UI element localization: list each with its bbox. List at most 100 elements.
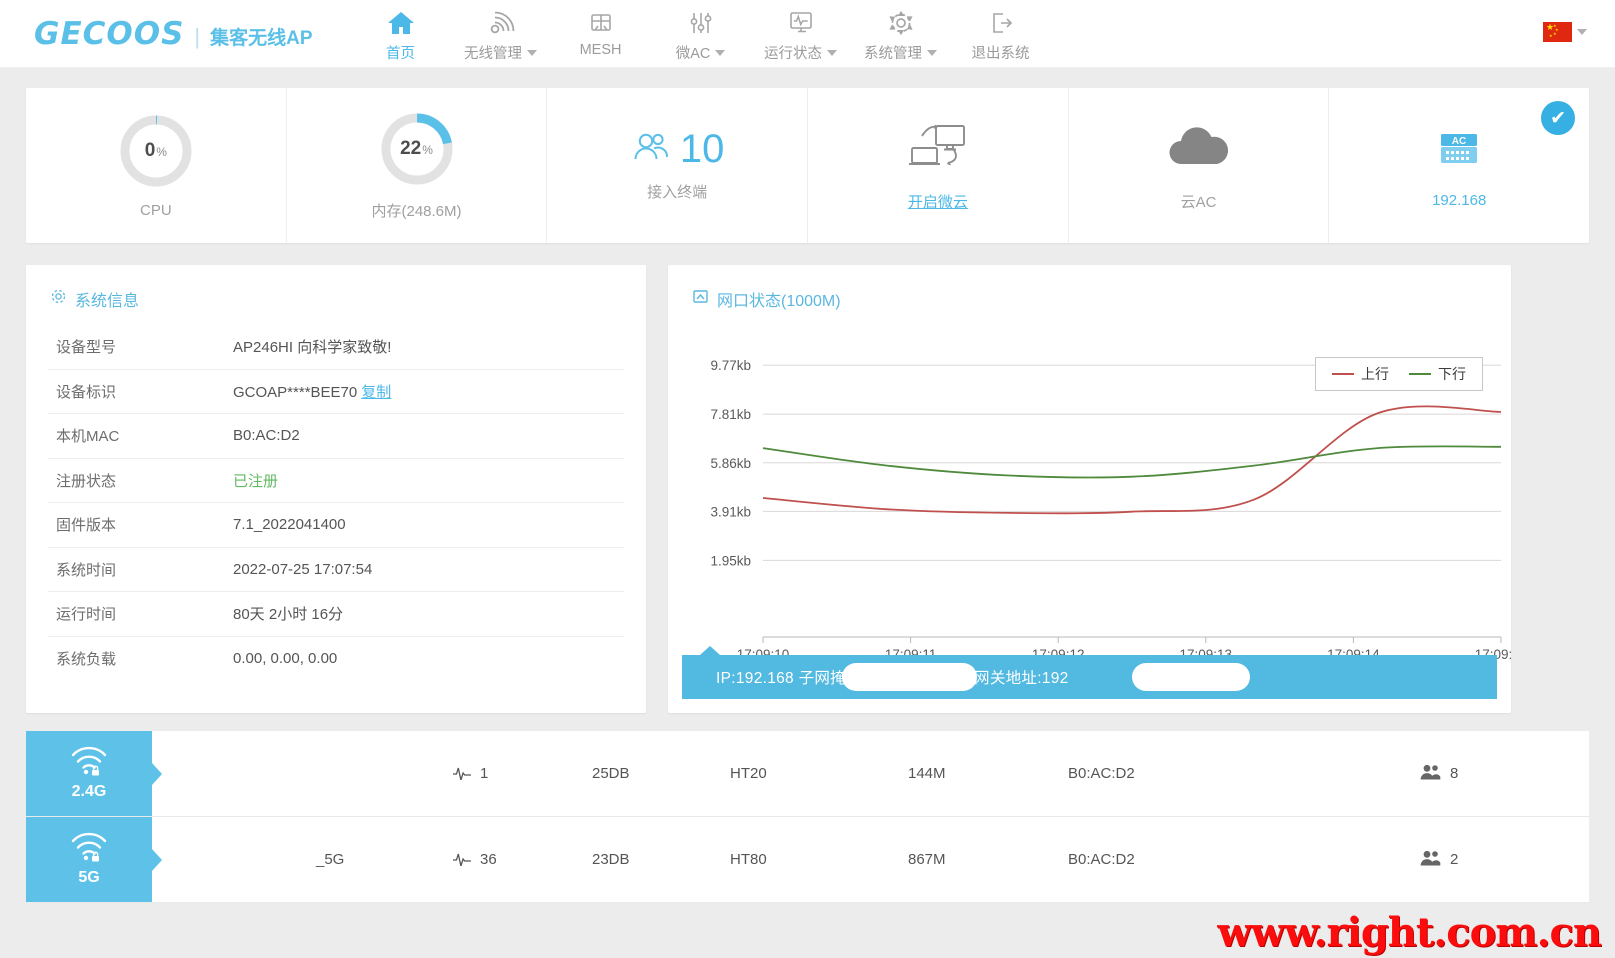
table-row: 注册状态 已注册 — [48, 459, 624, 503]
row-value: 2022-07-25 17:07:54 — [233, 560, 373, 578]
memory-donut-gauge: 22 % — [378, 110, 456, 188]
band-badge-5g: 5G — [26, 817, 152, 902]
row-key: 注册状态 — [56, 472, 117, 490]
band-badge-24g: 2.4G — [26, 731, 152, 816]
clients-count: 2 — [1450, 851, 1459, 868]
svg-text:7.81kb: 7.81kb — [710, 407, 751, 422]
system-info-title-bar: 系统信息 — [26, 265, 646, 311]
registration-status: 已注册 — [233, 472, 279, 490]
clients-cell: 8 — [1419, 763, 1589, 785]
wifi-lock-icon — [68, 832, 110, 867]
system-info-panel: 系统信息 设备型号 AP246HI 向科学家致敬! 设备标识 GCOAP****… — [26, 265, 646, 713]
chart-legend[interactable]: 上行 下行 — [1315, 357, 1483, 391]
legend-label-upload: 上行 — [1361, 366, 1389, 382]
brand-subtitle: 集客无线AP — [210, 27, 313, 49]
redaction-mask — [1132, 663, 1250, 691]
svg-text:3.91kb: 3.91kb — [710, 504, 751, 519]
legend-swatch-upload — [1332, 373, 1354, 375]
svg-text:AC: AC — [1452, 136, 1466, 147]
cn-flag-icon: ★ ★ ★ ★ ★ — [1543, 22, 1572, 42]
nav-item-sysmgmt[interactable]: 系统管理 — [851, 7, 951, 63]
micro-cloud-caption[interactable]: 开启微云 — [908, 191, 968, 212]
channel-cell: 36 — [452, 850, 592, 870]
row-value: 0.00, 0.00, 0.00 — [233, 650, 338, 668]
series-line-download — [762, 445, 1502, 479]
clients-caption: 接入终端 — [647, 184, 708, 201]
gear-icon — [886, 7, 916, 39]
nav-item-logout[interactable]: 退出系统 — [951, 7, 1051, 63]
band-label-5g: 5G — [78, 869, 100, 886]
system-info-rows: 设备型号 AP246HI 向科学家致敬! 设备标识 GCOAP****BEE70… — [26, 311, 646, 681]
language-selector[interactable]: ★ ★ ★ ★ ★ — [1543, 22, 1587, 42]
chevron-down-icon — [827, 49, 838, 56]
nav-label-micro-ac: 微AC — [675, 45, 711, 62]
signal-db: 25DB — [592, 765, 630, 782]
link-rate: 867M — [908, 851, 946, 868]
series-line-upload — [762, 405, 1502, 515]
ssid-name: _5G — [316, 851, 345, 868]
svg-text:1.95kb: 1.95kb — [710, 553, 751, 568]
row-value: B0:AC:D2 — [233, 427, 300, 445]
redaction-mask — [842, 663, 977, 691]
list-item[interactable]: 5G _5G 36 23DB HT80 867M B0:AC:D2 2 — [26, 817, 1589, 903]
nav-label-mesh: MESH — [579, 41, 622, 58]
nav-item-wireless[interactable]: 无线管理 — [451, 7, 551, 63]
users-icon — [630, 130, 672, 169]
nav-label-sysmgmt: 系统管理 — [864, 45, 923, 62]
chevron-down-icon — [715, 49, 726, 56]
table-row: 运行时间 80天 2小时 16分 — [48, 592, 624, 637]
nav-items: 首页 无线管理 MESH 微AC 运行状态 系统管理 退出系统 — [351, 0, 1051, 68]
ac-device-icon: AC — [1433, 123, 1485, 180]
users-icon — [1419, 763, 1441, 785]
status-card-row: 0 % CPU 22 % 内存(248.6M) 10 接入终端 开启微云 云AC… — [26, 88, 1589, 243]
gear-icon — [50, 288, 67, 310]
wifi-lock-icon — [68, 746, 110, 781]
bandwidth-mode: HT80 — [730, 851, 767, 868]
channel-value: 1 — [480, 765, 489, 782]
card-ac-device: ✔ AC 192.168 — [1329, 88, 1589, 243]
row-key: 系统负载 — [56, 651, 117, 669]
mesh-icon — [586, 7, 616, 39]
row-key: 固件版本 — [56, 517, 117, 535]
bandwidth-mode: HT20 — [730, 765, 767, 782]
status-badge: ✔ — [1541, 101, 1576, 135]
cloud-ac-caption: 云AC — [1180, 193, 1217, 211]
legend-item-download[interactable]: 下行 — [1409, 364, 1466, 384]
users-icon — [1419, 849, 1441, 871]
row-key: 设备型号 — [56, 339, 117, 357]
row-value: 7.1_2022041400 — [233, 516, 346, 534]
nav-item-mesh[interactable]: MESH — [551, 7, 651, 58]
ssid-cells: _5G 36 23DB HT80 867M B0:AC:D2 2 — [152, 817, 1589, 902]
copy-link[interactable]: 复制 — [361, 384, 391, 401]
nav-label-wireless: 无线管理 — [464, 45, 523, 62]
row-key: 设备标识 — [56, 383, 117, 401]
brand-divider: | — [194, 23, 201, 49]
nav-item-runstatus[interactable]: 运行状态 — [751, 7, 851, 63]
list-item[interactable]: 2.4G 1 25DB HT20 144M B0:AC:D2 8 — [26, 731, 1589, 817]
ssid-list: 2.4G 1 25DB HT20 144M B0:AC:D2 8 5G _5G … — [26, 731, 1589, 903]
wifi-icon — [486, 7, 516, 39]
row-value: AP246HI 向科学家致敬! — [233, 339, 392, 357]
legend-item-upload[interactable]: 上行 — [1332, 364, 1389, 384]
ssid-cells: 1 25DB HT20 144M B0:AC:D2 8 — [152, 731, 1589, 816]
chevron-down-icon — [527, 49, 538, 56]
table-row: 固件版本 7.1_2022041400 — [48, 503, 624, 548]
cpu-caption: CPU — [140, 202, 172, 219]
nav-label-logout: 退出系统 — [971, 45, 1030, 62]
chevron-down-icon — [1577, 29, 1587, 35]
site-watermark: www.right.com.cn — [1217, 909, 1602, 956]
svg-text:5.86kb: 5.86kb — [710, 456, 751, 471]
card-cloud-ac: 云AC — [1069, 88, 1330, 243]
table-row: 系统负载 0.00, 0.00, 0.00 — [48, 637, 624, 682]
channel-value: 36 — [480, 851, 497, 868]
legend-label-download: 下行 — [1438, 366, 1466, 382]
cloud-icon — [1161, 120, 1237, 179]
nav-item-home[interactable]: 首页 — [351, 7, 451, 63]
clients-cell: 2 — [1419, 849, 1589, 871]
nav-item-micro-ac[interactable]: 微AC — [651, 7, 751, 63]
brand-name: GECOOS — [34, 15, 185, 52]
top-navigation-bar: GECOOS | 集客无线AP 首页 无线管理 MESH 微AC 运行状态 系统… — [0, 0, 1615, 68]
card-micro-cloud[interactable]: 开启微云 — [808, 88, 1069, 243]
clients-count: 10 — [679, 127, 725, 171]
signal-db: 23DB — [592, 851, 630, 868]
